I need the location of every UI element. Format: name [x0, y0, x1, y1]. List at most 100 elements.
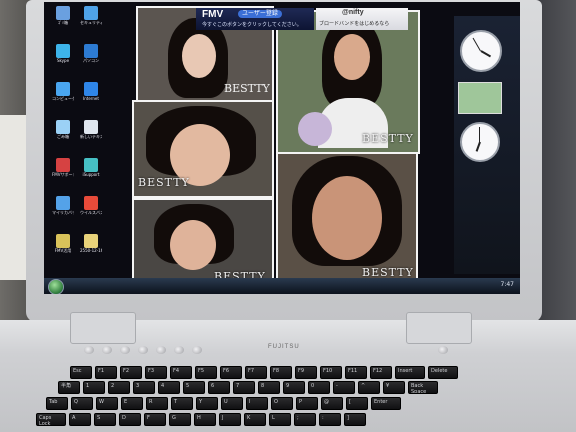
keyboard-key[interactable]: @ — [321, 397, 343, 410]
tray-clock[interactable]: 7:47 — [501, 281, 514, 288]
keyboard-key[interactable]: F1 — [95, 366, 117, 379]
keyboard-key[interactable]: T — [171, 397, 193, 410]
keyboard-key[interactable]: 9 — [283, 381, 305, 394]
keyboard-key[interactable]: 1 — [83, 381, 105, 394]
keyboard-key[interactable]: F9 — [295, 366, 317, 379]
desktop-icon-label: パソコン — [83, 58, 99, 63]
keyboard-key[interactable]: F5 — [195, 366, 217, 379]
keyboard-key[interactable]: 4 — [158, 381, 180, 394]
keyboard-key[interactable]: 0 — [308, 381, 330, 394]
keyboard-key[interactable]: 7 — [233, 381, 255, 394]
desktop-icon[interactable]: ごみ箱 — [52, 120, 74, 139]
deck-button[interactable] — [102, 346, 112, 354]
keyboard-key[interactable]: 8 — [258, 381, 280, 394]
desktop-icon[interactable]: FMV活用 — [52, 234, 74, 253]
slideshow-gadget[interactable] — [458, 82, 502, 114]
keyboard-key[interactable]: Y — [196, 397, 218, 410]
user-registration-button[interactable]: ユーザー登録 — [238, 10, 282, 18]
keyboard-key[interactable]: F6 — [220, 366, 242, 379]
keyboard-key[interactable]: : — [319, 413, 341, 426]
clock-minute-hand — [479, 127, 480, 142]
desktop-icon-glyph — [56, 120, 70, 134]
keyboard-key[interactable]: - — [333, 381, 355, 394]
desktop-icon[interactable]: セキュリティ — [80, 6, 102, 25]
keyboard-key[interactable]: E — [121, 397, 143, 410]
keyboard-key[interactable]: R — [146, 397, 168, 410]
power-button[interactable] — [438, 346, 448, 354]
desktop-icon[interactable]: パソコン — [80, 44, 102, 63]
desktop-icon[interactable]: ｺﾞﾐ箱 — [52, 6, 74, 25]
keyboard-key[interactable]: Back Space — [408, 381, 438, 394]
keyboard-key[interactable]: ^ — [358, 381, 380, 394]
keyboard-key[interactable]: Tab — [46, 397, 68, 410]
keyboard-key[interactable]: F8 — [270, 366, 292, 379]
desktop-icon-label: Internet — [83, 96, 99, 101]
deck-button[interactable] — [174, 346, 184, 354]
keyboard-key[interactable]: O — [271, 397, 293, 410]
desktop-icon[interactable]: iSupport — [80, 158, 102, 177]
keyboard-key[interactable]: 2 — [108, 381, 130, 394]
desktop-icon[interactable]: 新しいテキスト — [80, 120, 102, 139]
keyboard-key[interactable]: Delete — [428, 366, 458, 379]
keyboard-key[interactable]: K — [244, 413, 266, 426]
keyboard-key[interactable]: I — [246, 397, 268, 410]
desktop-icon-label: 新しいテキスト — [80, 134, 102, 139]
desktop-icon[interactable]: Internet — [80, 82, 102, 101]
keyboard-key[interactable]: L — [269, 413, 291, 426]
keyboard-key[interactable]: F10 — [320, 366, 342, 379]
keyboard-key[interactable]: Q — [71, 397, 93, 410]
desktop-icon[interactable]: ウイルスバスター — [80, 196, 102, 215]
keyboard-key[interactable]: A — [69, 413, 91, 426]
keyboard-key[interactable]: Caps Lock — [36, 413, 66, 426]
keyboard-key[interactable]: 半角 — [58, 381, 80, 394]
deck-button[interactable] — [84, 346, 94, 354]
nifty-banner[interactable]: @nifty ブロードバンドをはじめるなら — [316, 8, 408, 30]
desktop-icon[interactable]: Skype — [52, 44, 74, 63]
desktop-icon[interactable]: コンピュータ — [52, 82, 74, 101]
photo-mid-left: BESTTY — [132, 100, 274, 198]
fmv-subtitle: 今すぐこのボタンをクリックしてください。 — [202, 22, 302, 28]
desktop-icon-label: ウイルスバスター — [80, 210, 102, 215]
keyboard-key[interactable]: F3 — [145, 366, 167, 379]
keyboard-key[interactable]: F — [144, 413, 166, 426]
keyboard-key[interactable]: H — [194, 413, 216, 426]
clock-gadget-1[interactable] — [460, 30, 502, 72]
desktop-icon[interactable]: マイリカバリ — [52, 196, 74, 215]
desktop-icon-glyph — [56, 82, 70, 96]
keyboard-key[interactable]: D — [119, 413, 141, 426]
keyboard-key[interactable]: F4 — [170, 366, 192, 379]
keyboard-key[interactable]: F12 — [370, 366, 392, 379]
fmv-banner[interactable]: FMV ユーザー登録 今すぐこのボタンをクリックしてください。 — [196, 8, 314, 30]
keyboard-key[interactable]: U — [221, 397, 243, 410]
clock-minute-hand — [472, 37, 481, 52]
deck-button[interactable] — [192, 346, 202, 354]
keyboard-key[interactable]: Enter — [371, 397, 401, 410]
clock-gadget-2[interactable] — [460, 122, 500, 162]
keyboard-key[interactable]: W — [96, 397, 118, 410]
keyboard-key[interactable]: ¥ — [383, 381, 405, 394]
keyboard-key[interactable]: ] — [344, 413, 366, 426]
keyboard-key[interactable]: 5 — [183, 381, 205, 394]
keyboard-key[interactable]: F7 — [245, 366, 267, 379]
windows-sidebar — [454, 16, 520, 274]
keyboard-key[interactable]: ; — [294, 413, 316, 426]
keyboard-key[interactable]: Esc — [70, 366, 92, 379]
keyboard-key[interactable]: F2 — [120, 366, 142, 379]
keyboard-key[interactable]: G — [169, 413, 191, 426]
desktop-icon[interactable]: FMVサポート — [52, 158, 74, 177]
fmv-logo: FMV — [202, 9, 224, 20]
deck-button[interactable] — [156, 346, 166, 354]
start-button[interactable] — [48, 279, 64, 294]
keyboard-key[interactable]: P — [296, 397, 318, 410]
keyboard-key[interactable]: [ — [346, 397, 368, 410]
desktop-icon-label: コンピュータ — [52, 96, 74, 101]
keyboard-key[interactable]: J — [219, 413, 241, 426]
keyboard-key[interactable]: 6 — [208, 381, 230, 394]
keyboard-key[interactable]: S — [94, 413, 116, 426]
keyboard-key[interactable]: F11 — [345, 366, 367, 379]
deck-button[interactable] — [138, 346, 148, 354]
keyboard-key[interactable]: Insert — [395, 366, 425, 379]
desktop-icon[interactable]: 2550-12-16 — [80, 234, 102, 253]
keyboard-key[interactable]: 3 — [133, 381, 155, 394]
deck-button[interactable] — [120, 346, 130, 354]
